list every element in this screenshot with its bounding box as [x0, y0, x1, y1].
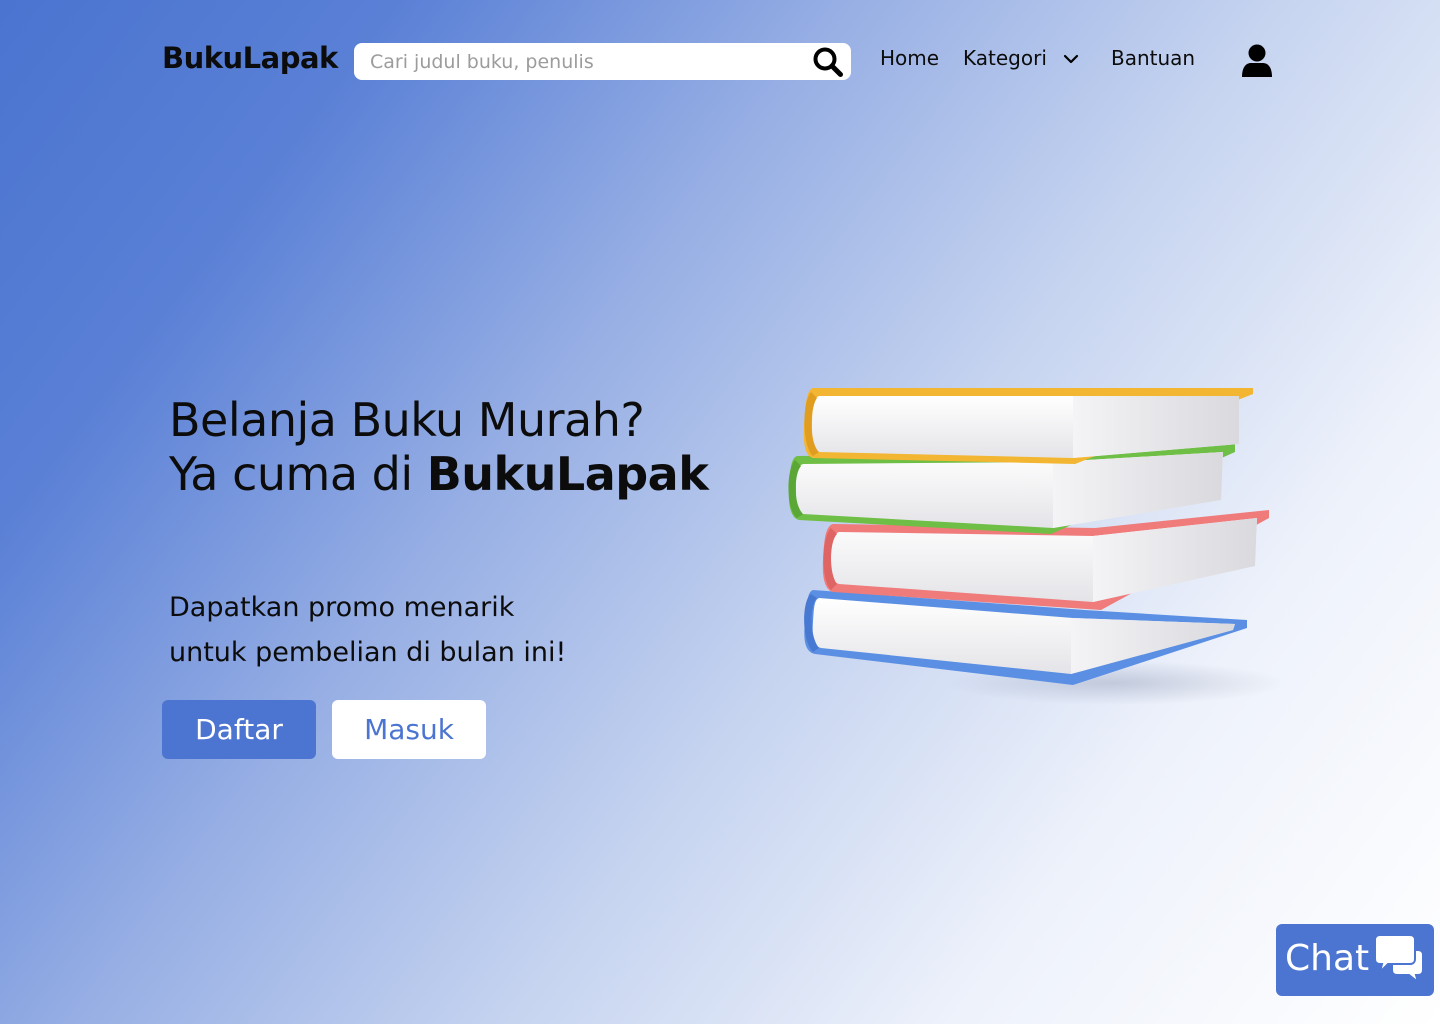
search-input[interactable] [370, 43, 800, 80]
register-button[interactable]: Daftar [162, 700, 316, 759]
chat-bubbles-icon [1374, 934, 1424, 984]
chat-label: Chat [1285, 938, 1370, 979]
hero-subtitle-line2: untuk pembelian di bulan ini! [169, 637, 567, 668]
nav-kategori-dropdown[interactable]: Kategori [963, 46, 1047, 70]
chat-button[interactable]: Chat [1276, 924, 1434, 996]
hero-headline-line1: Belanja Buku Murah? [169, 393, 645, 447]
hero-subtitle-line1: Dapatkan promo menarik [169, 592, 515, 623]
hero-headline-brand: BukuLapak [426, 447, 709, 501]
hero-headline-line2-prefix: Ya cuma di [169, 447, 427, 501]
hero-headline: Belanja Buku Murah? Ya cuma di BukuLapak [169, 393, 709, 501]
book-stack-illustration [788, 388, 1280, 705]
login-button[interactable]: Masuk [332, 700, 486, 759]
chevron-down-icon[interactable] [1061, 52, 1081, 68]
hero-subtitle: Dapatkan promo menarik untuk pembelian d… [169, 585, 566, 675]
search-icon[interactable] [812, 46, 844, 78]
nav-home-link[interactable]: Home [880, 46, 939, 70]
nav-bantuan-link[interactable]: Bantuan [1111, 46, 1195, 70]
logo[interactable]: BukuLapak [162, 41, 338, 75]
user-icon[interactable] [1241, 44, 1273, 79]
search-bar [354, 43, 851, 80]
